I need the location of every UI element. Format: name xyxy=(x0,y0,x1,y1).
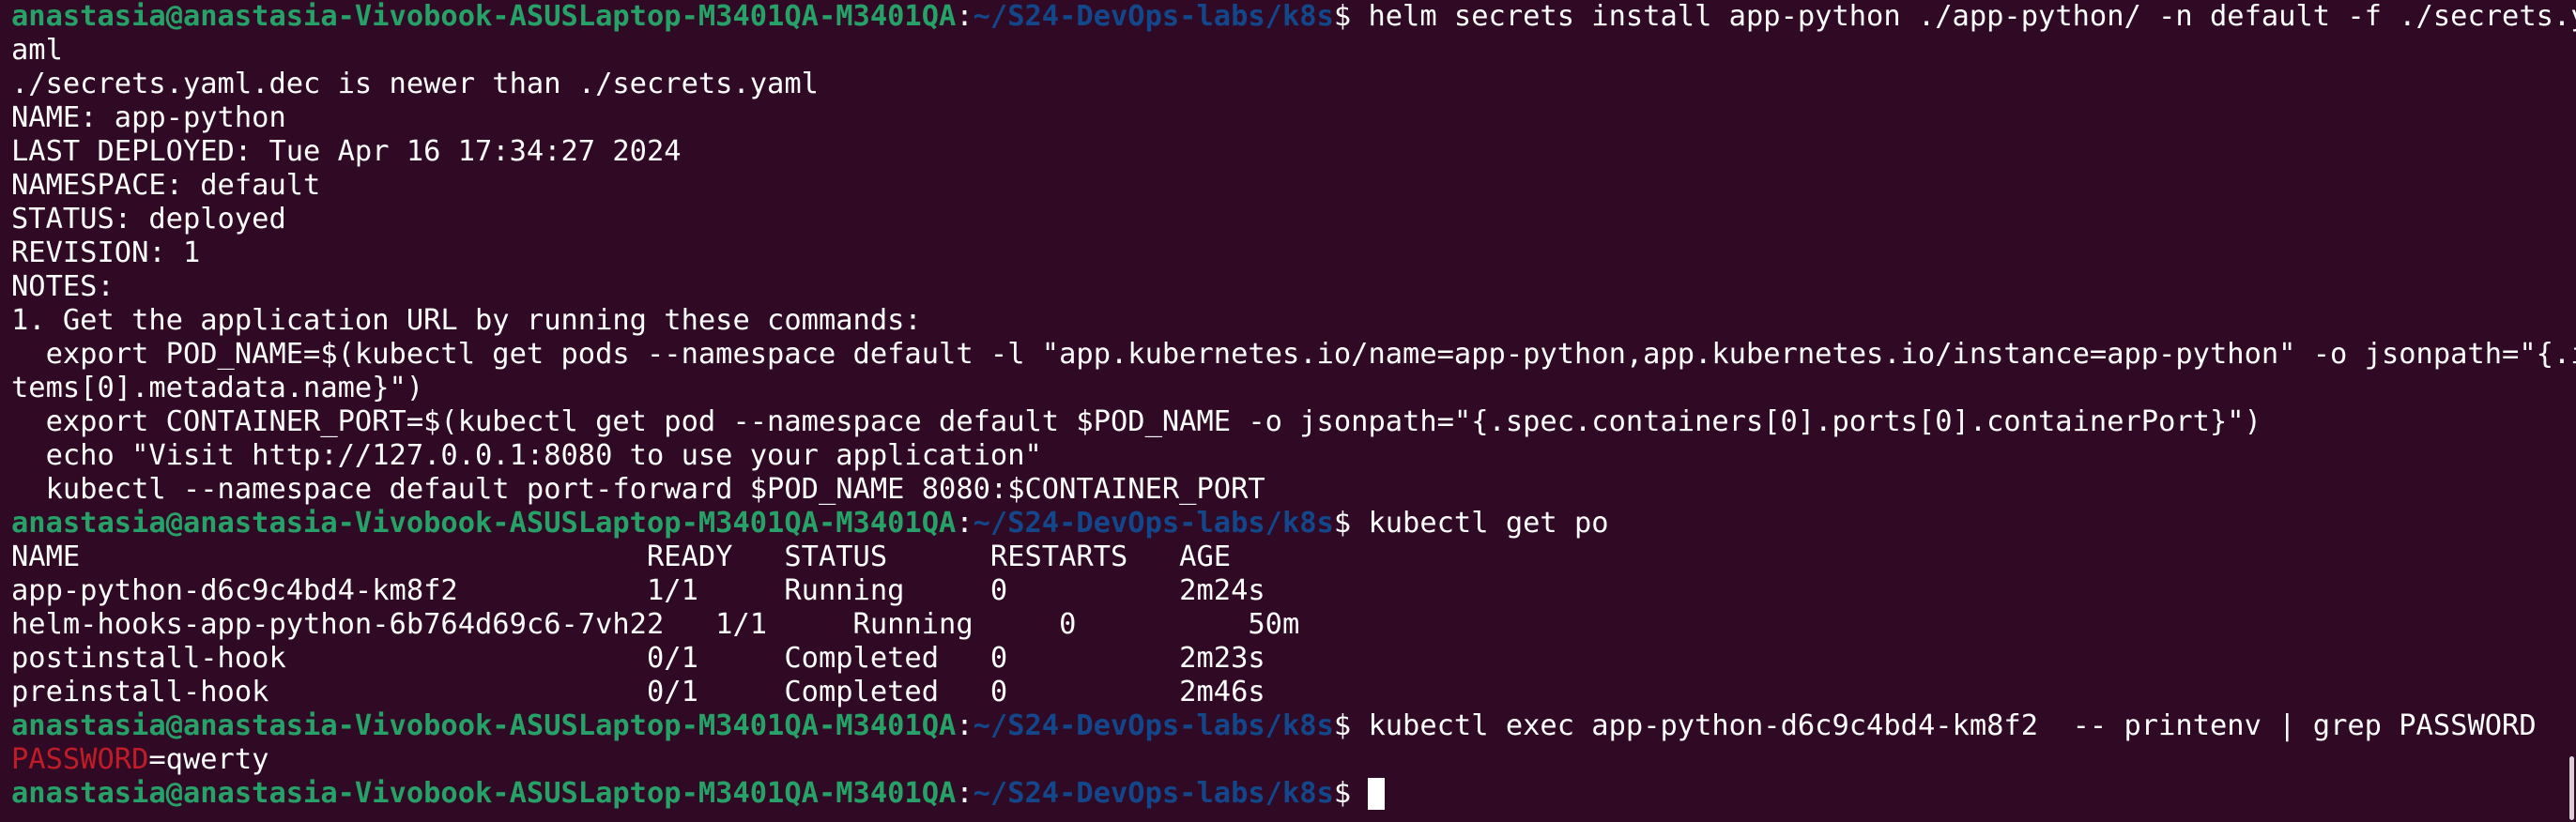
terminal-line: NAMESPACE: default xyxy=(11,169,321,202)
pods-table-row: app-python-d6c9c4bd4-km8f2 1/1 Running 0… xyxy=(11,574,1265,607)
terminal-window[interactable]: anastasia@anastasia-Vivobook-ASUSLaptop-… xyxy=(0,0,2576,822)
terminal-line: LAST DEPLOYED: Tue Apr 16 17:34:27 2024 xyxy=(11,135,682,168)
scrollbar[interactable] xyxy=(2567,0,2576,822)
prompt-dollar: $ xyxy=(1333,507,1369,540)
pods-table-header: NAME READY STATUS RESTARTS AGE xyxy=(11,540,1232,573)
terminal-line: kubectl --namespace default port-forward… xyxy=(11,473,1265,506)
terminal-line: tems[0].metadata.name}") xyxy=(11,372,424,404)
grep-match: PASSWORD xyxy=(11,743,149,776)
terminal-line: REVISION: 1 xyxy=(11,236,201,269)
terminal-line: STATUS: deployed xyxy=(11,203,286,236)
terminal-line-command-3: anastasia@anastasia-Vivobook-ASUSLaptop-… xyxy=(11,709,2576,743)
command-text: kubectl get po xyxy=(1368,507,1609,540)
prompt-dollar: $ xyxy=(1333,0,1369,33)
prompt-user-host: anastasia@anastasia-Vivobook-ASUSLaptop-… xyxy=(11,507,957,540)
pods-table-row: postinstall-hook 0/1 Completed 0 2m23s xyxy=(11,642,1265,675)
terminal-line: ./secrets.yaml.dec is newer than ./secre… xyxy=(11,68,819,100)
env-value: =qwerty xyxy=(148,743,269,776)
prompt-path: ~/S24-DevOps-labs/k8s xyxy=(973,777,1334,810)
text-cursor xyxy=(1368,778,1386,810)
prompt-dollar: $ xyxy=(1333,777,1369,810)
terminal-line: export CONTAINER_PORT=$(kubectl get pod … xyxy=(11,405,2262,438)
prompt-separator: : xyxy=(956,777,974,810)
prompt-separator: : xyxy=(956,709,974,742)
prompt-path: ~/S24-DevOps-labs/k8s xyxy=(973,709,1334,742)
prompt-dollar: $ xyxy=(1333,709,1369,742)
terminal-line: aml xyxy=(11,34,63,67)
terminal-line: export POD_NAME=$(kubectl get pods --nam… xyxy=(11,338,2576,371)
prompt-user-host: anastasia@anastasia-Vivobook-ASUSLaptop-… xyxy=(11,709,957,742)
env-output-line: PASSWORD=qwerty xyxy=(11,743,2576,777)
terminal-line-active-prompt[interactable]: anastasia@anastasia-Vivobook-ASUSLaptop-… xyxy=(11,777,2576,811)
prompt-path: ~/S24-DevOps-labs/k8s xyxy=(973,507,1334,540)
pods-table-row: preinstall-hook 0/1 Completed 0 2m46s xyxy=(11,676,1265,708)
terminal-line-command-1: anastasia@anastasia-Vivobook-ASUSLaptop-… xyxy=(11,0,2576,34)
command-text: kubectl exec app-python-d6c9c4bd4-km8f2 … xyxy=(1368,709,2537,742)
terminal-line: 1. Get the application URL by running th… xyxy=(11,304,922,337)
scrollbar-thumb[interactable] xyxy=(2569,756,2574,820)
prompt-path: ~/S24-DevOps-labs/k8s xyxy=(973,0,1334,33)
prompt-separator: : xyxy=(956,507,974,540)
terminal-line-command-2: anastasia@anastasia-Vivobook-ASUSLaptop-… xyxy=(11,507,2576,540)
terminal-line: echo "Visit http://127.0.0.1:8080 to use… xyxy=(11,439,1042,472)
prompt-user-host: anastasia@anastasia-Vivobook-ASUSLaptop-… xyxy=(11,777,957,810)
prompt-separator: : xyxy=(956,0,974,33)
command-text: helm secrets install app-python ./app-py… xyxy=(1368,0,2576,33)
prompt-user-host: anastasia@anastasia-Vivobook-ASUSLaptop-… xyxy=(11,0,957,33)
pods-table-row: helm-hooks-app-python-6b764d69c6-7vh22 1… xyxy=(11,608,1300,641)
terminal-line: NAME: app-python xyxy=(11,101,286,134)
terminal-line: NOTES: xyxy=(11,270,115,303)
